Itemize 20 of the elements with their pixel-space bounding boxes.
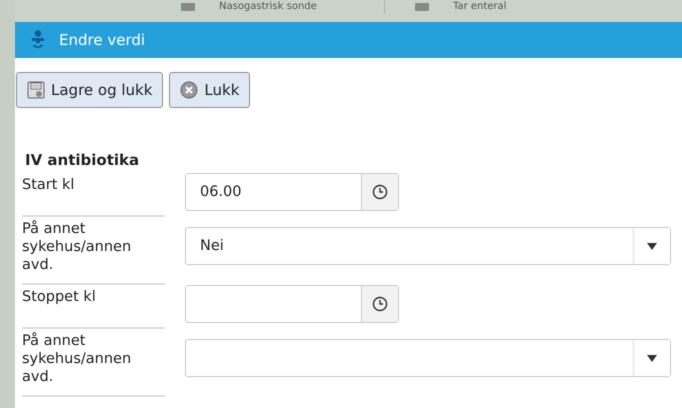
time-field[interactable] [185,285,399,323]
field-label: På annet sykehus/annen avd. [22,329,165,397]
close-button[interactable]: Lukk [169,72,250,108]
dropdown-field[interactable]: Nei [185,227,671,265]
tab-label: Tar enteral [453,1,506,12]
person-icon [31,30,45,50]
close-icon [180,81,198,99]
clock-icon [372,184,388,200]
field-label: Start kl [22,173,165,217]
dialog-title: Endre verdi [59,31,146,49]
field-label: Stoppet kl [22,285,165,329]
dropdown-field[interactable] [185,339,671,377]
clock-icon [372,296,388,312]
section-heading: IV antibiotika [25,151,140,169]
caret-icon [647,242,657,250]
save-close-button[interactable]: Lagre og lukk [16,72,164,108]
caret-icon [647,354,657,362]
tab-label: Nasogastrisk sonde [219,1,317,12]
time-field[interactable]: 06.00 [185,173,399,211]
field-label: På annet sykehus/annen avd. [22,217,165,285]
